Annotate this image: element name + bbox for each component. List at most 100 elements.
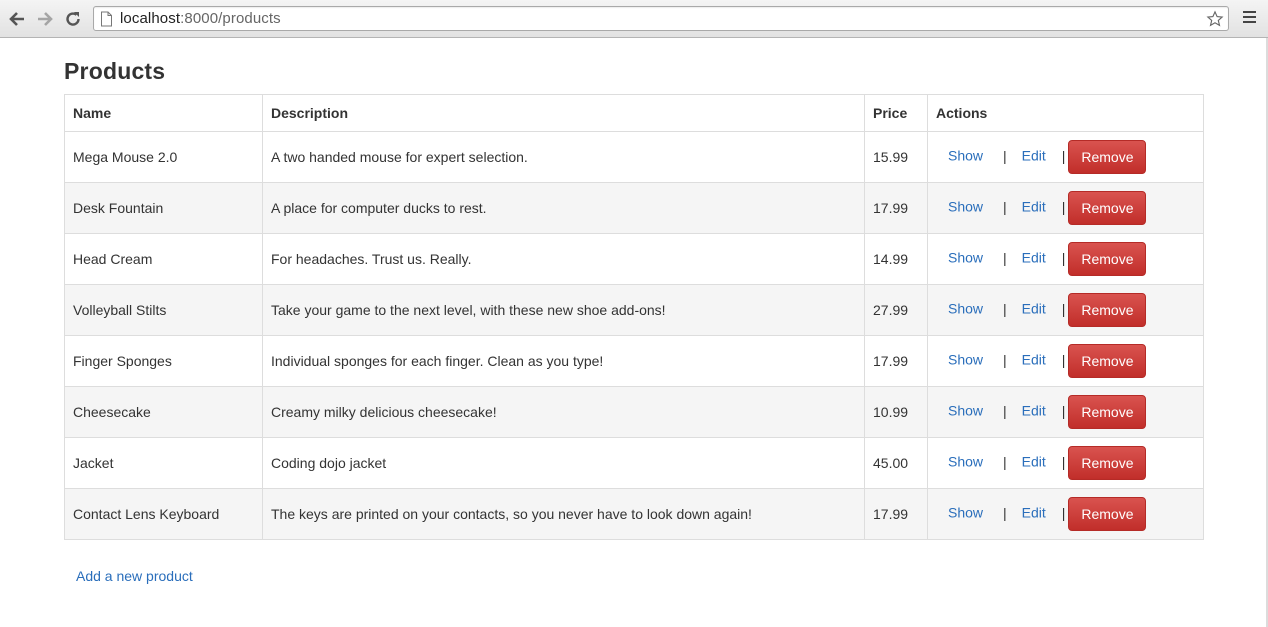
product-name: Finger Sponges	[64, 335, 263, 387]
action-separator: |	[1061, 351, 1066, 368]
show-link[interactable]: Show	[948, 199, 983, 215]
product-name: Jacket	[64, 437, 263, 489]
product-actions: Show | Edit | Remove	[927, 182, 1204, 234]
product-description: Coding dojo jacket	[262, 437, 865, 489]
reload-button[interactable]	[61, 7, 85, 31]
product-actions: Show | Edit | Remove	[927, 131, 1204, 183]
url-host: localhost	[120, 10, 181, 27]
product-actions: Show | Edit | Remove	[927, 284, 1204, 336]
action-separator: |	[1061, 147, 1066, 164]
page-content: Products Name Description Price Actions …	[64, 38, 1204, 586]
edit-link[interactable]: Edit	[1022, 148, 1046, 164]
back-arrow-icon	[9, 12, 24, 26]
edit-link[interactable]: Edit	[1022, 301, 1046, 317]
product-description: A two handed mouse for expert selection.	[262, 131, 865, 183]
show-link[interactable]: Show	[948, 250, 983, 266]
product-name: Mega Mouse 2.0	[64, 131, 263, 183]
table-row: Cheesecake Creamy milky delicious cheesec…	[64, 386, 1204, 438]
show-link[interactable]: Show	[948, 454, 983, 470]
remove-button[interactable]: Remove	[1068, 293, 1147, 327]
reload-icon	[66, 12, 80, 26]
edit-link[interactable]: Edit	[1022, 250, 1046, 266]
page-icon	[101, 11, 112, 27]
action-separator: |	[1061, 300, 1066, 317]
header-description: Description	[262, 94, 865, 132]
url-text: localhost:8000/products	[120, 10, 281, 28]
table-row: Desk Fountain A place for computer ducks …	[64, 182, 1204, 234]
show-link[interactable]: Show	[948, 505, 983, 521]
product-description: Creamy milky delicious cheesecake!	[262, 386, 865, 438]
remove-button[interactable]: Remove	[1068, 140, 1147, 174]
products-table: Name Description Price Actions Mega Mous…	[64, 94, 1204, 540]
product-price: 27.99	[864, 284, 928, 336]
product-price: 15.99	[864, 131, 928, 183]
action-separator: |	[1003, 198, 1007, 215]
show-link[interactable]: Show	[948, 352, 983, 368]
action-separator: |	[1003, 402, 1007, 419]
product-description: A place for computer ducks to rest.	[262, 182, 865, 234]
product-name: Cheesecake	[64, 386, 263, 438]
show-link[interactable]: Show	[948, 301, 983, 317]
product-actions: Show | Edit | Remove	[927, 437, 1204, 489]
show-link[interactable]: Show	[948, 403, 983, 419]
header-actions: Actions	[927, 94, 1204, 132]
action-separator: |	[1061, 504, 1066, 521]
action-separator: |	[1003, 300, 1007, 317]
product-description: Take your game to the next level, with t…	[262, 284, 865, 336]
product-price: 17.99	[864, 335, 928, 387]
page-title: Products	[64, 58, 166, 84]
header-name: Name	[64, 94, 263, 132]
table-row: Volleyball Stilts Take your game to the n…	[64, 284, 1204, 336]
remove-button[interactable]: Remove	[1068, 242, 1147, 276]
back-button[interactable]	[5, 7, 29, 31]
edit-link[interactable]: Edit	[1022, 199, 1046, 215]
table-row: Mega Mouse 2.0 A two handed mouse for exp…	[64, 131, 1204, 183]
remove-button[interactable]: Remove	[1068, 446, 1147, 480]
product-actions: Show | Edit | Remove	[927, 488, 1204, 540]
forward-button[interactable]	[33, 7, 57, 31]
edit-link[interactable]: Edit	[1022, 505, 1046, 521]
product-description: For headaches. Trust us. Really.	[262, 233, 865, 285]
table-row: Head Cream For headaches. Trust us. Reall…	[64, 233, 1204, 285]
header-price: Price	[864, 94, 928, 132]
product-description: Individual sponges for each finger. Clea…	[262, 335, 865, 387]
action-separator: |	[1061, 198, 1066, 215]
product-price: 14.99	[864, 233, 928, 285]
product-name: Contact Lens Keyboard	[64, 488, 263, 540]
show-link[interactable]: Show	[948, 148, 983, 164]
product-price: 17.99	[864, 182, 928, 234]
action-separator: |	[1003, 249, 1007, 266]
edit-link[interactable]: Edit	[1022, 403, 1046, 419]
remove-button[interactable]: Remove	[1068, 497, 1147, 531]
url-path: :8000/products	[180, 10, 281, 27]
action-separator: |	[1003, 147, 1007, 164]
table-row: Contact Lens Keyboard The keys are printe…	[64, 488, 1204, 540]
product-name: Desk Fountain	[64, 182, 263, 234]
product-name: Volleyball Stilts	[64, 284, 263, 336]
table-row: Jacket Coding dojo jacket 45.00 Show | Edit | R…	[64, 437, 1204, 489]
edit-link[interactable]: Edit	[1022, 352, 1046, 368]
table-row: Finger Sponges Individual sponges for eac…	[64, 335, 1204, 387]
remove-button[interactable]: Remove	[1068, 344, 1147, 378]
action-separator: |	[1061, 453, 1066, 470]
action-separator: |	[1061, 249, 1066, 266]
remove-button[interactable]: Remove	[1068, 395, 1147, 429]
bookmark-star-icon[interactable]	[1204, 8, 1226, 30]
remove-button[interactable]: Remove	[1068, 191, 1147, 225]
product-price: 10.99	[864, 386, 928, 438]
product-actions: Show | Edit | Remove	[927, 335, 1204, 387]
forward-arrow-icon	[38, 12, 53, 26]
product-actions: Show | Edit | Remove	[927, 386, 1204, 438]
action-separator: |	[1003, 504, 1007, 521]
address-bar[interactable]: localhost:8000/products	[93, 6, 1229, 31]
menu-icon[interactable]	[1238, 8, 1260, 30]
product-price: 17.99	[864, 488, 928, 540]
action-separator: |	[1061, 402, 1066, 419]
add-product-link[interactable]: Add a new product	[76, 568, 193, 584]
product-price: 45.00	[864, 437, 928, 489]
browser-toolbar: localhost:8000/products	[0, 0, 1268, 38]
action-separator: |	[1003, 453, 1007, 470]
edit-link[interactable]: Edit	[1022, 454, 1046, 470]
action-separator: |	[1003, 351, 1007, 368]
product-description: The keys are printed on your contacts, s…	[262, 488, 865, 540]
